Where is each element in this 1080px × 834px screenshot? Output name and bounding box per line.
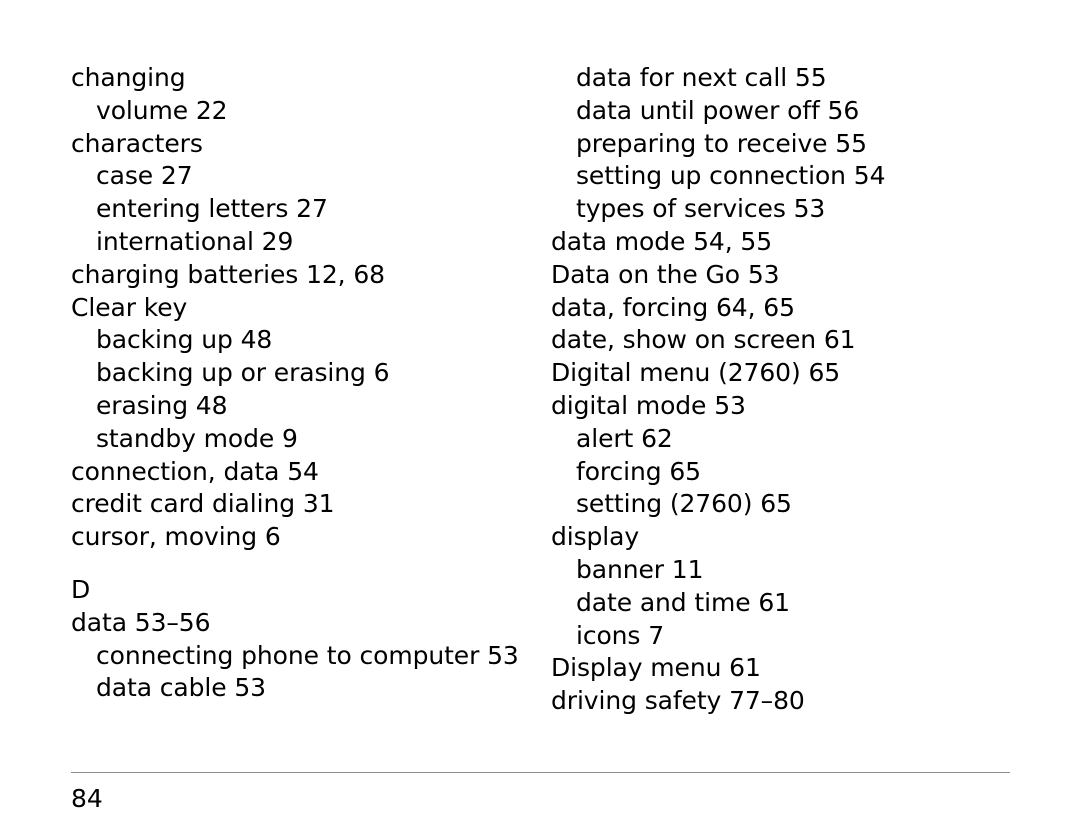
footer-divider-rule bbox=[71, 772, 1010, 773]
index-entry: data until power off 56 bbox=[576, 95, 860, 125]
index-entry: display bbox=[551, 522, 640, 552]
index-entry: data 53–56 bbox=[71, 607, 211, 637]
index-entry: date, show on screen 61 bbox=[551, 325, 856, 355]
index-entry: Display menu 61 bbox=[551, 653, 761, 683]
index-entry: icons 7 bbox=[576, 620, 665, 650]
index-entry: connecting phone to computer 53 bbox=[96, 640, 519, 670]
index-entry: driving safety 77–80 bbox=[551, 686, 805, 716]
index-entry: Data on the Go 53 bbox=[551, 259, 780, 289]
index-entry: forcing 65 bbox=[576, 456, 701, 486]
index-entry: standby mode 9 bbox=[96, 423, 298, 453]
index-entry: characters bbox=[71, 128, 203, 158]
index-entry: date and time 61 bbox=[576, 587, 790, 617]
index-entry: types of services 53 bbox=[576, 194, 826, 224]
index-entry: cursor, moving 6 bbox=[71, 522, 281, 552]
index-entry: volume 22 bbox=[96, 95, 228, 125]
index-entry: banner 11 bbox=[576, 554, 704, 584]
index-entry: data, forcing 64, 65 bbox=[551, 292, 795, 322]
index-entry: alert 62 bbox=[576, 423, 673, 453]
index-entry: erasing 48 bbox=[96, 390, 228, 420]
index-entry: data for next call 55 bbox=[576, 63, 827, 92]
index-columns: changing volume 22 characters case 27 enteri… bbox=[71, 62, 1011, 718]
index-entry: entering letters 27 bbox=[96, 194, 328, 224]
index-entry-list-left-after-section: data 53–56 connecting phone to computer 5… bbox=[71, 607, 551, 705]
index-entry: connection, data 54 bbox=[71, 456, 319, 486]
page-number: 84 bbox=[71, 784, 103, 813]
index-entry: case 27 bbox=[96, 161, 193, 191]
index-page: changing volume 22 characters case 27 enteri… bbox=[0, 0, 1080, 834]
index-entry: international 29 bbox=[96, 226, 294, 256]
index-entry: preparing to receive 55 bbox=[576, 128, 867, 158]
section-letter-heading: D bbox=[71, 574, 91, 604]
index-entry: data mode 54, 55 bbox=[551, 226, 773, 256]
index-entry: digital mode 53 bbox=[551, 390, 746, 420]
index-entry: changing bbox=[71, 63, 186, 92]
index-entry: charging batteries 12, 68 bbox=[71, 259, 385, 289]
index-entry-list-left: changing volume 22 characters case 27 enteri… bbox=[71, 62, 551, 554]
index-entry: Clear key bbox=[71, 292, 188, 322]
index-entry: data cable 53 bbox=[96, 673, 266, 703]
index-entry: setting (2760) 65 bbox=[576, 489, 792, 519]
index-entry: credit card dialing 31 bbox=[71, 489, 335, 519]
index-entry-list-right: data for next call 55 data until power of… bbox=[551, 62, 1011, 718]
index-entry: Digital menu (2760) 65 bbox=[551, 358, 841, 388]
index-column-left: changing volume 22 characters case 27 enteri… bbox=[71, 62, 551, 705]
index-entry: setting up connection 54 bbox=[576, 161, 886, 191]
index-entry: backing up or erasing 6 bbox=[96, 358, 390, 388]
index-column-right: data for next call 55 data until power of… bbox=[551, 62, 1011, 718]
index-entry: backing up 48 bbox=[96, 325, 273, 355]
